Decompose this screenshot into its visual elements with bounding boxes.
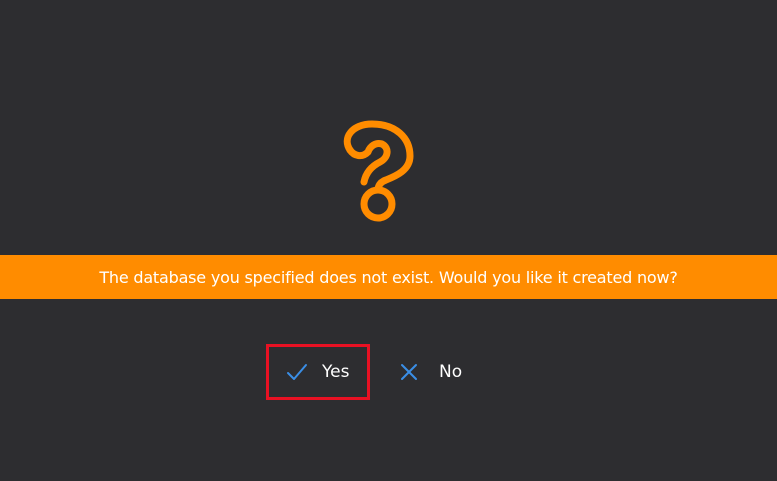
yes-button[interactable]: Yes xyxy=(266,344,370,400)
question-mark-icon xyxy=(343,120,414,222)
yes-button-label: Yes xyxy=(322,362,350,382)
message-banner: The database you specified does not exis… xyxy=(0,255,777,299)
dialog-message: The database you specified does not exis… xyxy=(99,267,678,287)
close-icon xyxy=(401,364,417,380)
no-button-label: No xyxy=(439,362,463,382)
dialog-button-row: Yes No xyxy=(266,343,462,401)
no-button[interactable]: No xyxy=(400,344,462,400)
confirmation-dialog: The database you specified does not exis… xyxy=(0,0,777,481)
checkmark-icon xyxy=(287,364,307,380)
